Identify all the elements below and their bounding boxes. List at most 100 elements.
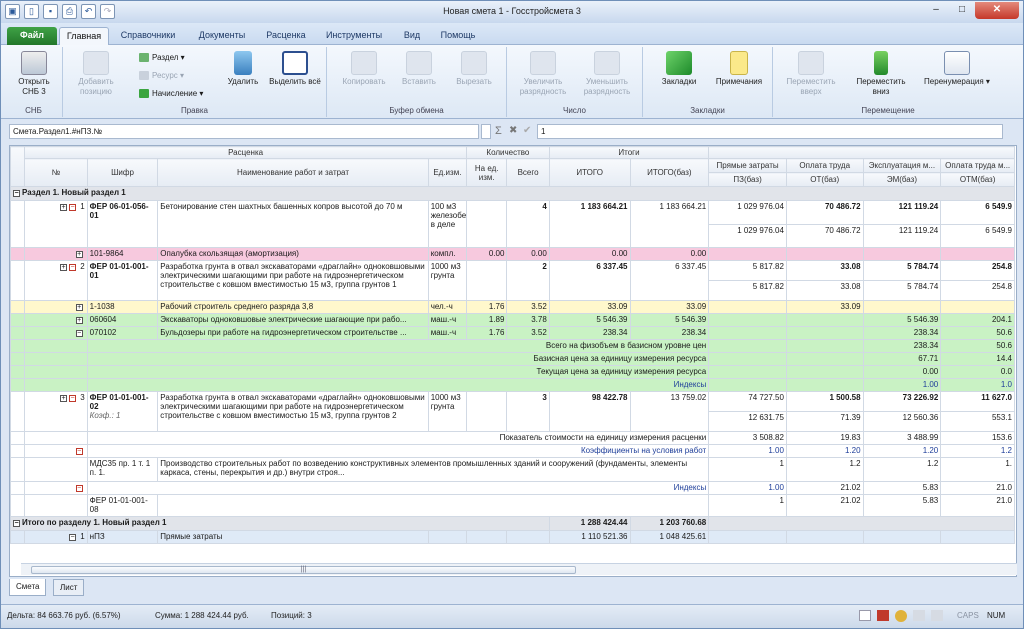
collapse-icon[interactable]: − bbox=[68, 264, 76, 271]
copy-icon bbox=[351, 51, 377, 75]
caps-indicator: CAPS bbox=[957, 611, 979, 620]
plus-icon bbox=[139, 89, 149, 99]
header-otm: Оплата труда м... bbox=[940, 158, 1015, 173]
collapse-icon[interactable]: − bbox=[75, 448, 83, 455]
resource-row[interactable]: + 1-1038 Рабочий строитель среднего разр… bbox=[10, 300, 1015, 314]
sum-icon[interactable]: Σ bbox=[495, 125, 502, 137]
tab-list[interactable]: Лист bbox=[53, 579, 85, 596]
cell-path-field[interactable]: Смета.Раздел1.#нПЗ.№ bbox=[9, 124, 479, 139]
header-vsego: Всего bbox=[506, 158, 550, 187]
path-dropdown[interactable] bbox=[481, 124, 491, 139]
tab-home[interactable]: Главная bbox=[59, 27, 109, 45]
tab-references[interactable]: Справочники bbox=[113, 27, 183, 45]
copy-button[interactable]: Копировать bbox=[337, 51, 391, 87]
cell-value-field[interactable]: 1 bbox=[537, 124, 1003, 139]
horizontal-scrollbar[interactable]: ||| bbox=[21, 563, 1017, 575]
error-icon[interactable] bbox=[877, 610, 889, 621]
document-icon[interactable] bbox=[859, 610, 871, 621]
increase-precision-button[interactable]: Увеличить разрядность bbox=[513, 51, 573, 97]
expand-icon[interactable]: + bbox=[75, 304, 83, 311]
nachislenie-button[interactable]: Начисление ▾ bbox=[139, 89, 203, 99]
num-indicator: NUM bbox=[987, 611, 1006, 620]
expand-icon[interactable]: + bbox=[59, 264, 67, 271]
group-zakladki: Закладки Примечания Закладки bbox=[643, 47, 773, 117]
header-itogi: Итоги bbox=[548, 146, 710, 159]
tab-file[interactable]: Файл bbox=[7, 27, 57, 45]
status-delta: Дельта: 84 663.76 руб. (6.57%) bbox=[7, 611, 121, 620]
collapse-icon[interactable]: − bbox=[13, 190, 20, 197]
header-itogo-baz: ИТОГО(баз) bbox=[629, 158, 710, 187]
resource-row[interactable]: + 101-9864 Опалубка скользящая (амортиза… bbox=[10, 247, 1015, 261]
collapse-icon[interactable]: − bbox=[13, 520, 20, 527]
collapse-icon[interactable]: − bbox=[68, 395, 76, 402]
add-doc-icon bbox=[83, 51, 109, 75]
section-icon bbox=[139, 53, 149, 63]
bookmark-icon bbox=[666, 51, 692, 75]
header-kolichestvo: Количество bbox=[466, 146, 550, 159]
move-down-button[interactable]: Переместить вниз bbox=[849, 51, 913, 97]
collapse-icon[interactable]: − bbox=[75, 330, 83, 337]
header-shifr: Шифр bbox=[86, 158, 159, 187]
renumber-button[interactable]: Перенумерация ▾ bbox=[919, 51, 995, 87]
expand-icon[interactable]: + bbox=[59, 395, 67, 402]
select-all-button[interactable]: Выделить всё bbox=[269, 51, 321, 87]
move-up-button[interactable]: Переместить вверх bbox=[779, 51, 843, 97]
tab-tools[interactable]: Инструменты bbox=[319, 27, 389, 45]
ribbon: Открыть СНБ 3 СНБ Добавить позицию Разде… bbox=[1, 45, 1023, 119]
add-position-button[interactable]: Добавить позицию bbox=[69, 51, 123, 97]
section-row[interactable]: − Раздел 1. Новый раздел 1 bbox=[10, 186, 1015, 201]
resource-row[interactable]: + 060604 Экскаваторы одноковшовые электр… bbox=[10, 313, 1015, 327]
scroll-thumb[interactable]: ||| bbox=[31, 566, 576, 574]
header-ed: Ед.изм. bbox=[427, 158, 468, 187]
cancel-icon[interactable]: ✖ bbox=[509, 125, 517, 136]
header-na-ed: На ед. изм. bbox=[466, 158, 508, 187]
collapse-icon[interactable]: − bbox=[68, 204, 76, 211]
expand-icon[interactable]: + bbox=[59, 204, 67, 211]
decrease-decimal-icon bbox=[594, 51, 620, 75]
table-row[interactable]: + − 3 ФЕР 01-01-001-02 Коэф.: 1 Разработка… bbox=[10, 391, 1015, 432]
decrease-precision-button[interactable]: Уменьшить разрядность bbox=[577, 51, 637, 97]
open-snb-button[interactable]: Открыть СНБ 3 bbox=[9, 51, 59, 97]
table-row[interactable]: + − 1 ФЕР 06-01-056-01 Бетонирование стен… bbox=[10, 200, 1015, 248]
status-bar: Дельта: 84 663.76 руб. (6.57%) Сумма: 1 … bbox=[1, 604, 1023, 628]
tab-documents[interactable]: Документы bbox=[189, 27, 255, 45]
paste-button[interactable]: Вставить bbox=[395, 51, 443, 87]
close-button[interactable]: ✕ bbox=[975, 2, 1019, 19]
bookmarks-button[interactable]: Закладки bbox=[651, 51, 707, 87]
cut-button[interactable]: Вырезать bbox=[449, 51, 499, 87]
tab-view[interactable]: Вид bbox=[395, 27, 429, 45]
resurs-button[interactable]: Ресурс ▾ bbox=[139, 71, 184, 81]
expand-icon[interactable]: + bbox=[75, 251, 83, 258]
confirm-icon[interactable]: ✔ bbox=[523, 125, 531, 136]
minimize-button[interactable]: – bbox=[923, 2, 949, 19]
estimate-grid: Расценка Количество Итоги № Шифр Наимено… bbox=[9, 145, 1017, 577]
select-all-icon bbox=[282, 51, 308, 75]
group-chislo: Увеличить разрядность Уменьшить разрядно… bbox=[507, 47, 643, 117]
collapse-icon[interactable]: − bbox=[75, 485, 83, 492]
maximize-button[interactable]: □ bbox=[949, 2, 975, 19]
collapse-icon[interactable]: − bbox=[68, 534, 76, 541]
scroll-lock-icon[interactable] bbox=[931, 610, 943, 621]
resource-row[interactable]: − 070102 Бульдозеры при работе на гидроэ… bbox=[10, 326, 1015, 340]
delete-button[interactable]: Удалить bbox=[223, 51, 263, 87]
table-row[interactable]: + − 2 ФЕР 01-01-001-01 Разработка грунта … bbox=[10, 260, 1015, 301]
ribbon-tabs: Файл Главная Справочники Документы Расце… bbox=[1, 23, 1023, 45]
renumber-icon bbox=[944, 51, 970, 75]
lock-icon[interactable] bbox=[913, 610, 925, 621]
section-total-row[interactable]: − Итого по разделу 1. Новый раздел 1 1 28… bbox=[10, 516, 1015, 531]
razdel-button[interactable]: Раздел ▾ bbox=[139, 53, 185, 63]
expand-icon[interactable]: + bbox=[75, 317, 83, 324]
tab-help[interactable]: Помощь bbox=[433, 27, 483, 45]
group-buffer: Копировать Вставить Вырезать Буфер обмен… bbox=[327, 47, 507, 117]
header-name: Наименование работ и затрат bbox=[157, 158, 429, 187]
resource-icon bbox=[139, 71, 149, 81]
table-row[interactable]: − 1 нПЗ Прямые затраты 1 110 521.36 1 04… bbox=[10, 530, 1015, 544]
sheet-tabs: Смета Лист bbox=[9, 579, 309, 597]
window-title: Новая смета 1 - Госстройсмета 3 bbox=[443, 6, 581, 16]
refresh-icon[interactable] bbox=[895, 610, 907, 622]
header-rascenka: Расценка bbox=[24, 146, 468, 159]
tab-rascenka[interactable]: Расценка bbox=[259, 27, 313, 45]
app-window: ▣ ▯ ▪ ⎙ ↶ ↷ Новая смета 1 - Госстройсмет… bbox=[0, 0, 1024, 629]
tab-smeta[interactable]: Смета bbox=[9, 579, 47, 596]
notes-button[interactable]: Примечания bbox=[709, 51, 769, 87]
